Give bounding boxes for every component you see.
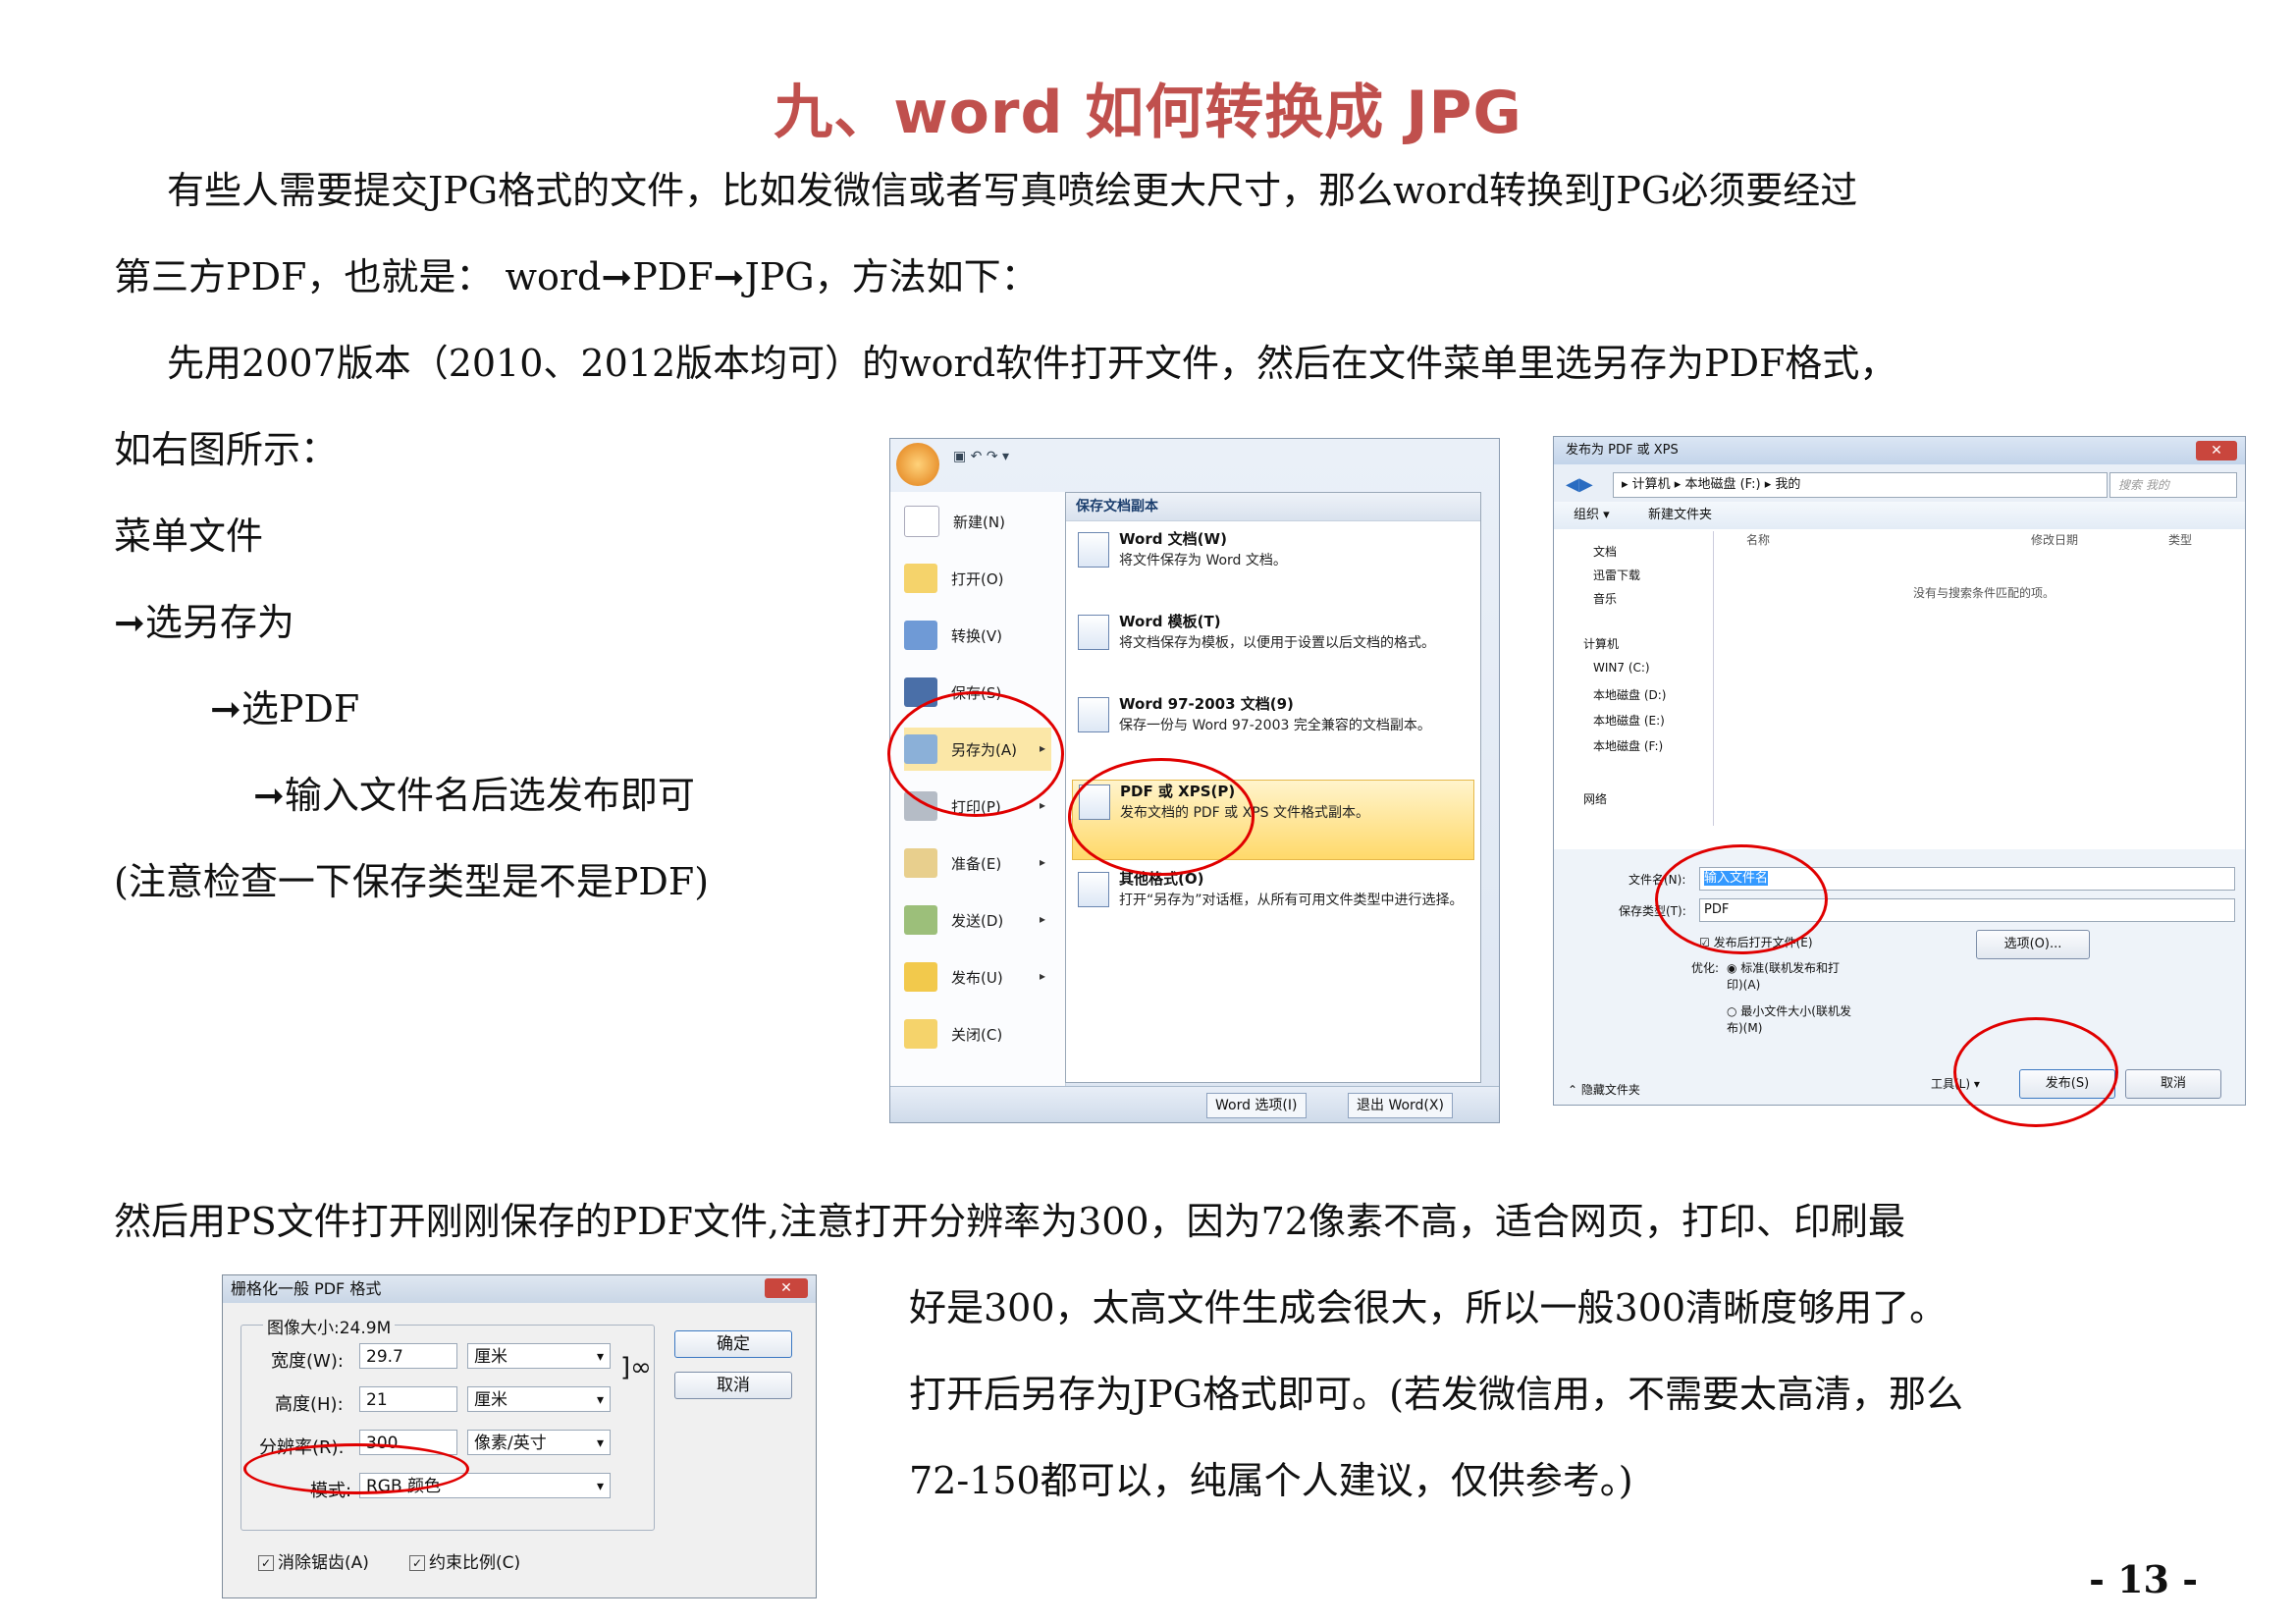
width-unit-select[interactable]: 厘米 (467, 1343, 611, 1370)
dialog-title: 栅格化一般 PDF 格式 (223, 1275, 816, 1303)
menu-item-send[interactable]: 发送(D) (904, 898, 1003, 942)
width-label: 宽度(W): (271, 1351, 344, 1372)
option-other-formats[interactable]: 其他格式(O) 打开“另存为”对话框，从所有可用文件类型中进行选择。 (1072, 868, 1474, 937)
step-text: ➞选另存为 (114, 601, 294, 644)
menu-item-new[interactable]: 新建(N) (904, 500, 1005, 543)
word-options-button[interactable]: Word 选项(I) (1206, 1093, 1307, 1118)
panel-header: 保存文档副本 (1066, 493, 1480, 521)
close-folder-icon (904, 1019, 937, 1049)
hide-folders-toggle[interactable]: ⌃ 隐藏文件夹 (1568, 1081, 1640, 1098)
paragraph-line: 然后用PS文件打开刚刚保存的PDF文件,注意打开分辨率为300，因为72像素不高… (114, 1200, 1905, 1243)
page-title: 九、word 如何转换成 JPG (774, 79, 1522, 147)
step-text: ➞选PDF (210, 687, 360, 731)
menu-item-close[interactable]: 关闭(C) (904, 1012, 1002, 1056)
highlight-ellipse (1068, 758, 1255, 876)
paragraph-line: 第三方PDF，也就是： word➞PDF➞JPG，方法如下： (114, 255, 1039, 298)
highlight-ellipse (887, 691, 1064, 817)
highlight-ellipse (1953, 1017, 2118, 1127)
sidebar-item[interactable]: 本地磁盘 (E:) (1593, 712, 1665, 729)
word-template-icon (1078, 615, 1109, 650)
sidebar-item[interactable]: 计算机 (1583, 635, 1619, 652)
paragraph-line: 打开后另存为JPG格式即可。(若发微信用，不需要太高清，那么 (909, 1373, 1963, 1416)
column-type[interactable]: 类型 (2168, 531, 2192, 548)
search-input[interactable]: 搜索 我的 (2109, 472, 2237, 498)
step-text: 菜单文件 (114, 514, 264, 558)
paragraph-line: 有些人需要提交JPG格式的文件，比如发微信或者写真喷绘更大尺寸，那么word转换… (167, 169, 1858, 212)
back-forward-icon[interactable]: ◀▶ (1566, 474, 1593, 495)
address-bar[interactable]: ▸ 计算机 ▸ 本地磁盘 (F:) ▸ 我的 (1613, 472, 2108, 498)
constrain-checkbox[interactable]: ✓ 约束比例(C) (409, 1548, 520, 1573)
save-pdf-dialog: 发布为 PDF 或 XPS ✕ ◀▶ ▸ 计算机 ▸ 本地磁盘 (F:) ▸ 我… (1553, 436, 2246, 1106)
highlight-ellipse (1655, 844, 1828, 954)
menu-item-prepare[interactable]: 准备(E) (904, 841, 1001, 885)
option-word-doc[interactable]: Word 文档(W) 将文件保存为 Word 文档。 (1072, 528, 1474, 597)
close-icon[interactable]: ✕ (2196, 441, 2237, 460)
convert-icon (904, 621, 937, 650)
link-chain-icon[interactable]: ]∞ (620, 1353, 652, 1382)
highlight-ellipse (243, 1443, 469, 1494)
page-number: - 13 - (2089, 1557, 2198, 1601)
menu-item-open[interactable]: 打开(O) (904, 557, 1004, 600)
sidebar-item[interactable]: 本地磁盘 (D:) (1593, 686, 1666, 703)
paragraph-line: 先用2007版本（2010、2012版本均可）的word软件打开文件，然后在文件… (167, 342, 1897, 385)
other-formats-icon (1078, 872, 1109, 907)
menu-bottom-bar: Word 选项(I) 退出 Word(X) (890, 1086, 1499, 1122)
option-word-97[interactable]: Word 97-2003 文档(9) 保存一份与 Word 97-2003 完全兼… (1072, 693, 1474, 762)
nav-sidebar: 文档 迅雷下载 音乐 计算机 WIN7 (C:) 本地磁盘 (D:) 本地磁盘 … (1554, 531, 1714, 826)
cancel-button[interactable]: 取消 (2125, 1069, 2221, 1099)
sidebar-item[interactable]: 音乐 (1593, 590, 1617, 607)
opt-standard-radio[interactable]: ◉ 标准(联机发布和打印)(A) (1727, 959, 1854, 993)
menu-item-publish[interactable]: 发布(U) (904, 955, 1003, 999)
image-size-label: 图像大小:24.9M (263, 1314, 396, 1338)
ok-button[interactable]: 确定 (674, 1330, 792, 1358)
paragraph-line: 72-150都可以，纯属个人建议，仅供参考。) (909, 1459, 1633, 1502)
new-doc-icon (904, 506, 939, 537)
word-97-icon (1078, 697, 1109, 732)
submenu-arrow-icon: ▸ (1040, 798, 1046, 812)
option-word-template[interactable]: Word 模板(T) 将文档保存为模板，以便用于设置以后文档的格式。 (1072, 611, 1474, 679)
new-folder-button[interactable]: 新建文件夹 (1648, 502, 1712, 529)
sidebar-item[interactable]: WIN7 (C:) (1593, 661, 1650, 675)
optimize-label: 优化: (1691, 961, 1720, 975)
options-button[interactable]: 选项(O)... (1976, 930, 2090, 959)
submenu-arrow-icon: ▸ (1040, 855, 1046, 869)
ps-rasterize-dialog: 栅格化一般 PDF 格式 ✕ 图像大小:24.9M 宽度(W): 29.7 厘米… (222, 1274, 817, 1598)
publish-icon (904, 962, 937, 992)
height-input[interactable]: 21 (359, 1386, 457, 1412)
sidebar-item[interactable]: 网络 (1583, 790, 1607, 807)
step-text: ➞输入文件名后选发布即可 (253, 774, 695, 817)
dialog-toolbar: 组织 ▾ 新建文件夹 (1554, 502, 2245, 529)
height-label: 高度(H): (275, 1394, 344, 1415)
paragraph-line: 如右图所示： (114, 428, 339, 471)
height-unit-select[interactable]: 厘米 (467, 1386, 611, 1413)
opt-min-radio[interactable]: ○ 最小文件大小(联机发布)(M) (1727, 1002, 1854, 1036)
resolution-unit-select[interactable]: 像素/英寸 (467, 1430, 611, 1456)
close-icon[interactable]: ✕ (765, 1278, 808, 1298)
submenu-arrow-icon: ▸ (1040, 969, 1046, 983)
paragraph-line: 好是300，太高文件生成会很大，所以一般300清晰度够用了。 (909, 1286, 1948, 1329)
menu-item-convert[interactable]: 转换(V) (904, 614, 1002, 657)
dialog-title: 发布为 PDF 或 XPS (1554, 437, 2245, 464)
image-size-group: 图像大小:24.9M 宽度(W): 29.7 厘米 高度(H): 21 厘米 分… (240, 1314, 655, 1531)
quick-access-toolbar[interactable]: ▣ ↶ ↷ ▾ (953, 449, 1091, 470)
exit-word-button[interactable]: 退出 Word(X) (1348, 1093, 1453, 1118)
send-icon (904, 905, 937, 935)
sidebar-item[interactable]: 本地磁盘 (F:) (1593, 737, 1663, 754)
note-text: (注意检查一下保存类型是不是PDF) (114, 860, 710, 903)
file-list-header: 名称 修改日期 类型 (1717, 531, 2237, 551)
cancel-button[interactable]: 取消 (674, 1372, 792, 1399)
prepare-icon (904, 848, 937, 878)
folder-icon (904, 564, 937, 593)
sidebar-item[interactable]: 文档 (1593, 543, 1617, 560)
column-name[interactable]: 名称 (1746, 531, 1770, 548)
sidebar-item[interactable]: 迅雷下载 (1593, 567, 1640, 583)
antialias-checkbox[interactable]: ✓ 消除锯齿(A) (258, 1548, 369, 1573)
submenu-arrow-icon: ▸ (1040, 912, 1046, 926)
column-date[interactable]: 修改日期 (2031, 531, 2078, 548)
office-button-icon[interactable] (896, 443, 939, 486)
width-input[interactable]: 29.7 (359, 1343, 457, 1369)
word-doc-icon (1078, 532, 1109, 568)
organize-button[interactable]: 组织 ▾ (1574, 502, 1610, 529)
empty-message: 没有与搜索条件匹配的项。 (1913, 586, 2056, 600)
